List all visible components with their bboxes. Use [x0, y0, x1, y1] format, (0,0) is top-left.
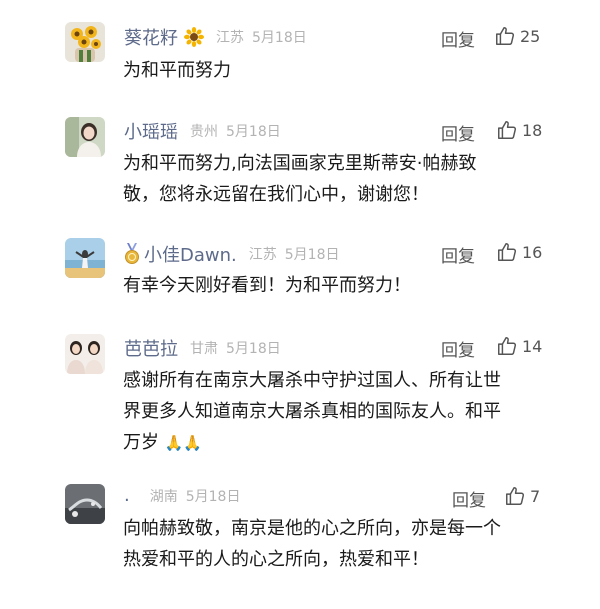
comment-text: 为和平而努力: [123, 60, 231, 81]
date: 5月18日: [185, 488, 241, 505]
location: 江苏: [248, 247, 277, 263]
comment-text: 有幸今天刚好看到！为和平而努力！: [123, 275, 411, 296]
reply-button[interactable]: 回复: [441, 26, 475, 51]
thumbs-up-icon: [498, 243, 517, 261]
avatar[interactable]: [65, 334, 105, 374]
date: 5月18日: [226, 124, 281, 140]
date: 5月18日: [284, 247, 340, 263]
comment-text: 为和平而努力,向法国画家克里斯蒂安·帕赫致 敬，您将永远留在我们心中，谢谢您！: [123, 153, 477, 205]
like-button[interactable]: 18: [496, 119, 542, 141]
avatar[interactable]: [65, 238, 105, 278]
like-count: 18: [522, 120, 543, 140]
username[interactable]: 小瑶瑶: [124, 118, 178, 144]
thumbs-up-icon: [506, 487, 525, 505]
like-button[interactable]: 7: [504, 485, 540, 507]
date: 5月18日: [252, 30, 307, 46]
reply-button[interactable]: 回复: [452, 486, 486, 511]
comment-header: . 湖南 5月18日: [124, 485, 240, 506]
thumbs-up-icon: [496, 27, 515, 45]
comment-header: 小瑶瑶 贵州 5月18日: [124, 118, 281, 144]
reply-button[interactable]: 回复: [441, 120, 475, 145]
medal-icon: [124, 243, 140, 265]
avatar[interactable]: [65, 117, 105, 157]
date: 5月18日: [226, 341, 281, 357]
comment-header: 小佳Dawn. 江苏 5月18日: [124, 241, 339, 267]
like-count: 14: [522, 336, 543, 356]
like-count: 16: [522, 242, 543, 262]
reply-button[interactable]: 回复: [441, 242, 475, 267]
username[interactable]: .: [124, 485, 130, 506]
location: 湖南: [149, 488, 178, 505]
comment-text: 向帕赫致敬，南京是他的心之所向，亦是每一个 热爱和平的人的心之所向，热爱和平！: [123, 518, 501, 570]
username[interactable]: 芭芭拉: [124, 335, 178, 361]
like-button[interactable]: 25: [494, 25, 540, 47]
location: 江苏: [216, 30, 244, 46]
avatar[interactable]: [65, 484, 105, 524]
location: 甘肃: [190, 341, 218, 357]
like-count: 7: [530, 486, 541, 506]
sunflower-icon: [184, 27, 204, 47]
comment-header: 葵花籽 江苏 5月18日: [124, 24, 307, 50]
avatar[interactable]: [65, 22, 105, 62]
thumbs-up-icon: [498, 121, 517, 139]
username[interactable]: 葵花籽: [124, 24, 178, 50]
praying-hands-icon: 🙏🙏: [164, 434, 203, 452]
like-count: 25: [520, 26, 541, 46]
comment-header: 芭芭拉 甘肃 5月18日: [124, 335, 281, 361]
username[interactable]: 小佳Dawn.: [144, 241, 237, 267]
like-button[interactable]: 16: [496, 241, 542, 263]
reply-button[interactable]: 回复: [441, 336, 475, 361]
location: 贵州: [190, 124, 218, 140]
thumbs-up-icon: [498, 337, 517, 355]
comment-text: 感谢所有在南京大屠杀中守护过国人、所有让世 界更多人知道南京大屠杀真相的国际友人…: [123, 370, 501, 453]
like-button[interactable]: 14: [496, 335, 542, 357]
